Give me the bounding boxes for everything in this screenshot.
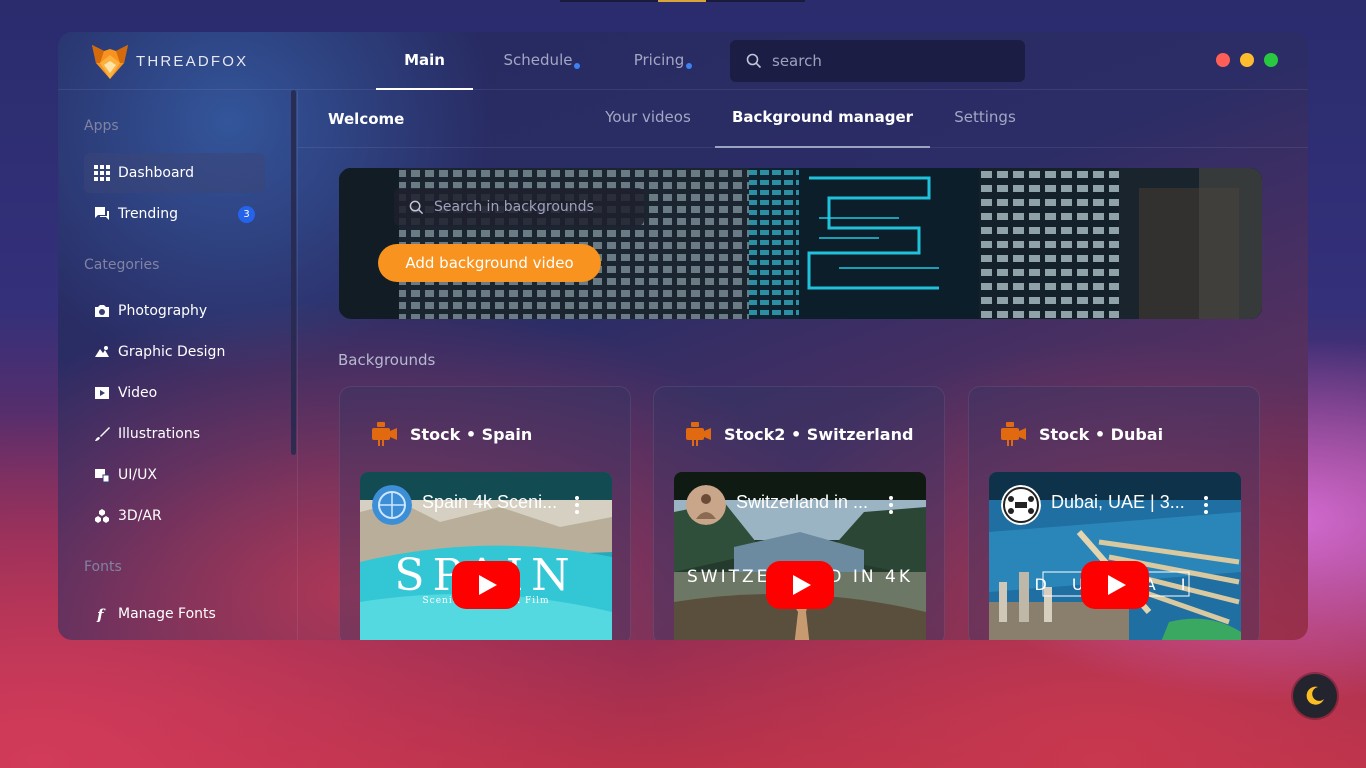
sidebar-item-label: Graphic Design xyxy=(118,344,226,360)
sidebar-item-label: UI/UX xyxy=(118,467,157,483)
sidebar-item-3d-ar[interactable]: 3D/AR xyxy=(84,496,265,536)
top-bar-fragment xyxy=(560,0,805,2)
sidebar-item-dashboard[interactable]: Dashboard xyxy=(84,153,265,193)
chat-icon xyxy=(94,206,110,222)
video-title[interactable]: Spain 4k Sceni... xyxy=(422,492,572,513)
notification-dot xyxy=(574,63,581,69)
video-camera-icon xyxy=(372,422,397,446)
video-embed[interactable]: Dubai, UAE | 3... D U B A I xyxy=(989,472,1241,640)
layout-icon xyxy=(94,467,110,483)
sub-navigation: Welcome Your videos Background manager S… xyxy=(298,90,1308,148)
sidebar: Apps Dashboard Trending 3 Categories Pho… xyxy=(58,90,298,640)
design-icon xyxy=(94,344,110,360)
nav-pricing[interactable]: Pricing xyxy=(603,32,715,90)
nav-schedule-label: Schedule xyxy=(503,51,573,69)
sidebar-item-video[interactable]: Video xyxy=(84,373,265,413)
more-options-icon[interactable] xyxy=(570,494,584,516)
tab-background-manager[interactable]: Background manager xyxy=(715,90,930,148)
sidebar-item-label: Illustrations xyxy=(118,426,201,442)
video-camera-icon xyxy=(686,422,711,446)
font-icon: f xyxy=(94,606,110,622)
search-input[interactable] xyxy=(772,52,1002,70)
background-search-input[interactable] xyxy=(434,199,634,215)
svg-text:f: f xyxy=(96,606,106,622)
fox-logo-icon xyxy=(92,45,128,79)
play-button-icon[interactable] xyxy=(1081,561,1149,609)
card-header: Stock • Dubai xyxy=(999,420,1163,448)
video-title[interactable]: Switzerland in ... xyxy=(736,492,886,513)
channel-avatar[interactable] xyxy=(1001,485,1041,525)
grid-icon xyxy=(94,165,110,181)
nav-main-label: Main xyxy=(404,51,445,69)
nav-pricing-label: Pricing xyxy=(633,51,685,69)
card-title: Stock • Spain xyxy=(410,424,533,444)
app-name: THREADFOX xyxy=(136,52,249,70)
sidebar-item-label: 3D/AR xyxy=(118,508,162,524)
cubes-icon xyxy=(94,508,110,524)
maximize-window-button[interactable] xyxy=(1264,53,1278,67)
search-icon xyxy=(409,200,424,214)
backgrounds-heading: Backgrounds xyxy=(338,351,436,369)
add-background-video-button[interactable]: Add background video xyxy=(378,244,601,282)
sidebar-item-illustrations[interactable]: Illustrations xyxy=(84,414,265,454)
notification-dot xyxy=(686,63,693,69)
nav-main[interactable]: Main xyxy=(376,32,473,90)
app-window: THREADFOX Main Schedule Pricing search A… xyxy=(58,32,1308,640)
card-title: Stock2 • Switzerland xyxy=(724,424,914,444)
background-card-dubai[interactable]: Stock • Dubai Dubai, UAE | 3... D U B A … xyxy=(968,386,1260,640)
video-camera-icon xyxy=(1001,422,1026,446)
more-options-icon[interactable] xyxy=(1199,494,1213,516)
background-search xyxy=(394,188,644,226)
video-embed[interactable]: Spain 4k Sceni... SPAIN Scenic Relaxatio… xyxy=(360,472,612,640)
video-embed[interactable]: Switzerland in ... SWITZERLAND IN 4K xyxy=(674,472,926,640)
more-options-icon[interactable] xyxy=(884,494,898,516)
background-banner: Add background video xyxy=(339,168,1262,319)
section-fonts: Fonts xyxy=(84,559,122,575)
tab-settings[interactable]: Settings xyxy=(938,90,1032,148)
background-card-switzerland[interactable]: Stock2 • Switzerland Switzerland in ... … xyxy=(653,386,945,640)
play-button-icon[interactable] xyxy=(452,561,520,609)
sidebar-item-graphic-design[interactable]: Graphic Design xyxy=(84,332,265,372)
brush-icon xyxy=(94,426,110,442)
app-logo[interactable]: THREADFOX xyxy=(90,41,248,81)
channel-avatar[interactable] xyxy=(686,485,726,525)
film-icon xyxy=(94,385,110,401)
channel-avatar[interactable] xyxy=(372,485,412,525)
video-title[interactable]: Dubai, UAE | 3... xyxy=(1051,492,1201,513)
moon-icon xyxy=(1306,686,1324,705)
play-button-icon[interactable] xyxy=(766,561,834,609)
card-title: Stock • Dubai xyxy=(1039,424,1164,444)
sidebar-item-ui-ux[interactable]: UI/UX xyxy=(84,455,265,495)
sidebar-item-label: Manage Fonts xyxy=(118,606,216,622)
section-categories: Categories xyxy=(84,257,160,273)
nav-schedule[interactable]: Schedule xyxy=(473,32,603,90)
card-header: Stock2 • Switzerland xyxy=(684,420,913,448)
sidebar-item-manage-fonts[interactable]: f Manage Fonts xyxy=(84,594,265,634)
sidebar-scrollbar[interactable] xyxy=(291,90,296,455)
window-controls xyxy=(1216,53,1278,67)
count-badge: 3 xyxy=(238,206,255,223)
background-card-spain[interactable]: Stock • Spain Spain 4k Sceni... SPAIN Sc… xyxy=(339,386,631,640)
sidebar-item-trending[interactable]: Trending 3 xyxy=(84,194,265,234)
tab-your-videos[interactable]: Your videos xyxy=(586,90,710,148)
main-nav: Main Schedule Pricing xyxy=(376,32,715,90)
app-header: THREADFOX Main Schedule Pricing xyxy=(58,32,1308,90)
global-search xyxy=(730,40,1025,82)
sidebar-item-label: Trending xyxy=(118,206,178,222)
section-apps: Apps xyxy=(84,118,119,134)
search-icon xyxy=(746,53,762,69)
sidebar-item-label: Video xyxy=(118,385,158,401)
camera-icon xyxy=(94,303,110,319)
sidebar-item-photography[interactable]: Photography xyxy=(84,291,265,331)
dark-mode-toggle[interactable] xyxy=(1293,674,1337,718)
close-window-button[interactable] xyxy=(1216,53,1230,67)
card-header: Stock • Spain xyxy=(370,420,532,448)
sidebar-item-label: Dashboard xyxy=(118,165,194,181)
welcome-heading: Welcome xyxy=(328,110,405,128)
minimize-window-button[interactable] xyxy=(1240,53,1254,67)
sidebar-item-label: Photography xyxy=(118,303,208,319)
